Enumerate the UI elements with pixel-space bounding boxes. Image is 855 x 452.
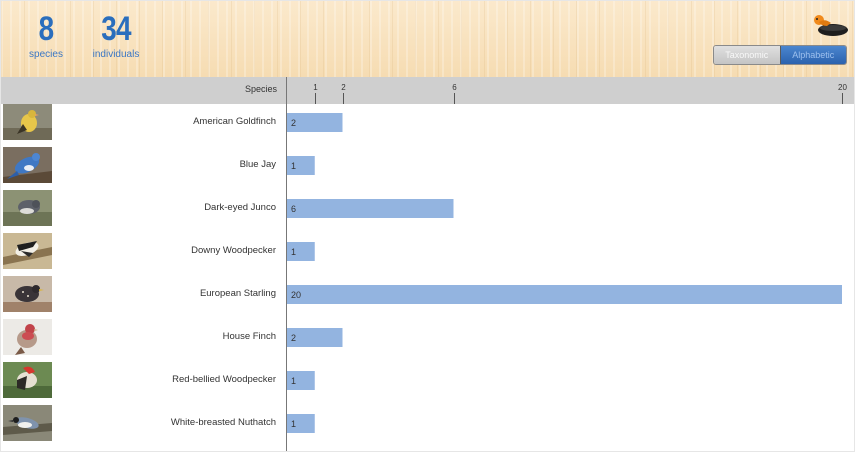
bar[interactable] bbox=[287, 199, 454, 218]
bar-value-label: 20 bbox=[291, 290, 301, 300]
species-count-bar-chart: 1 2 6 20 2 1 6 1 20 2 1 1 bbox=[287, 83, 847, 433]
bar-value-label: 2 bbox=[291, 333, 296, 343]
x-tick-label: 2 bbox=[341, 83, 346, 92]
bar-value-label: 1 bbox=[291, 247, 296, 257]
x-tick-label: 6 bbox=[452, 83, 457, 92]
bar-value-label: 6 bbox=[291, 204, 296, 214]
bar-value-label: 2 bbox=[291, 118, 296, 128]
bar-value-label: 1 bbox=[291, 161, 296, 171]
bird-count-app: 8 species 34 individuals Taxonomic Alpha… bbox=[0, 0, 855, 452]
bar-value-label: 1 bbox=[291, 419, 296, 429]
bar-value-label: 1 bbox=[291, 376, 296, 386]
x-tick-label: 20 bbox=[838, 83, 847, 92]
x-tick-label: 1 bbox=[313, 83, 318, 92]
bar[interactable] bbox=[287, 285, 842, 304]
